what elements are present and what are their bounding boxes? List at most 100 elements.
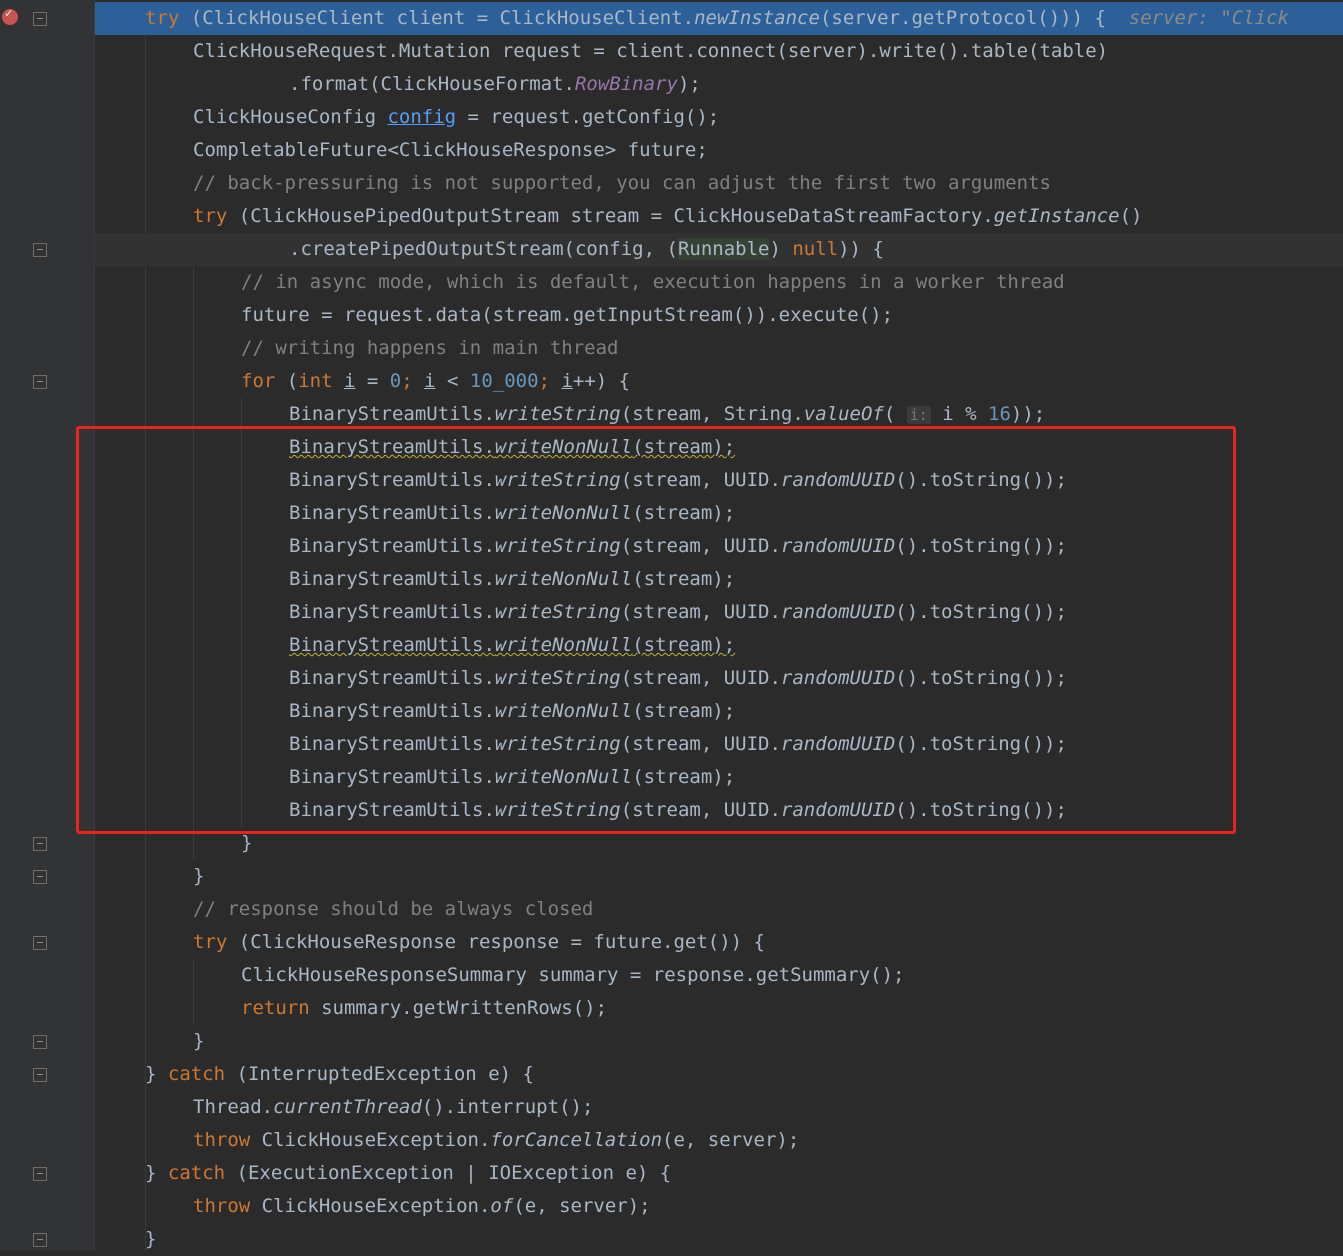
fold-icon[interactable]	[33, 1068, 47, 1082]
code-line[interactable]: // back-pressuring is not supported, you…	[95, 167, 1343, 200]
code-token: ClickHouseException.	[250, 1195, 491, 1217]
parameter-hint: i:	[906, 406, 931, 424]
fold-icon[interactable]	[33, 1035, 47, 1049]
code-token: }	[145, 1162, 168, 1184]
code-token: .format(ClickHouseFormat.	[289, 73, 575, 95]
code-line-execution-point[interactable]: try (ClickHouseClient client = ClickHous…	[95, 2, 1343, 35]
fold-icon[interactable]	[33, 936, 47, 950]
code-token: forCancellation	[490, 1129, 663, 1151]
code-token: 0	[389, 370, 402, 392]
code-token: ClickHouseResponseSummary summary = resp…	[241, 964, 905, 986]
code-token[interactable]: config	[387, 106, 456, 128]
code-line[interactable]: ClickHouseResponseSummary summary = resp…	[95, 959, 1343, 992]
inline-debug-value: server: "Click	[1105, 7, 1289, 29]
code-token: }	[145, 1063, 168, 1085]
fold-icon[interactable]	[33, 243, 47, 257]
code-line[interactable]: } catch (ExecutionException | IOExceptio…	[95, 1157, 1343, 1190]
code-line[interactable]: // writing happens in main thread	[95, 332, 1343, 365]
code-token: try	[145, 7, 180, 29]
code-line[interactable]: ClickHouseConfig config = request.getCon…	[95, 101, 1343, 134]
code-line[interactable]: } catch (InterruptedException e) {	[95, 1058, 1343, 1091]
code-line[interactable]: try (ClickHouseResponse response = futur…	[95, 926, 1343, 959]
code-token: <	[435, 370, 470, 392]
code-token: try	[193, 205, 228, 227]
code-token: (ExecutionException | IOException e) {	[225, 1162, 672, 1184]
code-line[interactable]: }	[95, 1223, 1343, 1256]
code-token: (server.getProtocol())) {	[819, 7, 1106, 29]
code-token: ;	[401, 370, 425, 392]
code-token: catch	[167, 1063, 226, 1085]
fold-icon[interactable]	[33, 12, 47, 26]
fold-icon[interactable]	[33, 375, 47, 389]
code-token: catch	[167, 1162, 226, 1184]
code-token: }	[193, 865, 205, 887]
code-line[interactable]: CompletableFuture<ClickHouseResponse> fu…	[95, 134, 1343, 167]
code-token: i	[561, 370, 573, 392]
code-comment: // response should be always closed	[193, 898, 594, 920]
code-token: ClickHouseRequest.Mutation request = cli…	[193, 40, 1109, 62]
code-token: (e, server);	[513, 1195, 651, 1217]
code-token: BinaryStreamUtils.	[289, 403, 495, 425]
code-token: ().interrupt();	[421, 1096, 594, 1118]
code-token: of	[490, 1195, 514, 1217]
code-line[interactable]: // in async mode, which is default, exec…	[95, 266, 1343, 299]
code-token: newInstance	[694, 7, 820, 29]
code-token: )) {	[838, 238, 884, 260]
code-line[interactable]: try (ClickHousePipedOutputStream stream …	[95, 200, 1343, 233]
code-line[interactable]: throw ClickHouseException.of(e, server);	[95, 1190, 1343, 1223]
code-line[interactable]: }	[95, 860, 1343, 893]
code-line[interactable]: // response should be always closed	[95, 893, 1343, 926]
code-token: ;	[538, 370, 562, 392]
code-line[interactable]: future = request.data(stream.getInputStr…	[95, 299, 1343, 332]
code-token: (e, server);	[662, 1129, 800, 1151]
code-line[interactable]: .format(ClickHouseFormat.RowBinary);	[95, 68, 1343, 101]
code-token: ClickHouseConfig	[193, 106, 388, 128]
code-comment: // writing happens in main thread	[241, 337, 619, 359]
code-token: (stream, String.	[620, 403, 804, 425]
code-token: }	[145, 1228, 157, 1250]
code-token: return	[241, 997, 310, 1019]
highlight-annotation-box	[76, 426, 1236, 834]
fold-icon[interactable]	[33, 1233, 47, 1247]
code-line[interactable]: for (int i = 0; i < 10_000; i++) {	[95, 365, 1343, 398]
code-token: }	[193, 1030, 205, 1052]
code-line[interactable]: ClickHouseRequest.Mutation request = cli…	[95, 35, 1343, 68]
code-token: i	[344, 370, 356, 392]
code-comment: // back-pressuring is not supported, you…	[193, 172, 1051, 194]
fold-icon[interactable]	[33, 1167, 47, 1181]
code-token: (ClickHouseResponse response = future.ge…	[227, 931, 765, 953]
code-token: Runnable	[677, 238, 770, 260]
code-token: ClickHouseException.	[250, 1129, 491, 1151]
code-line[interactable]: throw ClickHouseException.forCancellatio…	[95, 1124, 1343, 1157]
code-token: i	[424, 370, 436, 392]
code-token: throw	[193, 1195, 251, 1217]
code-token: valueOf	[803, 403, 884, 425]
code-token: ));	[1010, 403, 1046, 425]
code-line[interactable]: }	[95, 1025, 1343, 1058]
code-token: currentThread	[273, 1096, 422, 1118]
code-token: .createPipedOutputStream(config, (	[289, 238, 678, 260]
code-token: ++) {	[572, 370, 631, 392]
code-token: throw	[193, 1129, 251, 1151]
code-token: );	[677, 73, 701, 95]
code-token: int	[298, 370, 333, 392]
code-token: summary.getWrittenRows();	[309, 997, 608, 1019]
code-token: writeString	[494, 403, 621, 425]
code-line-caret[interactable]: .createPipedOutputStream(config, (Runnab…	[95, 233, 1343, 266]
code-line[interactable]: return summary.getWrittenRows();	[95, 992, 1343, 1025]
code-token: getInstance	[993, 205, 1120, 227]
fold-icon[interactable]	[33, 870, 47, 884]
code-token: try	[193, 931, 228, 953]
code-token: (	[275, 370, 299, 392]
code-token: (ClickHouseClient client = ClickHouseCli…	[179, 7, 695, 29]
code-token: (InterruptedException e) {	[225, 1063, 534, 1085]
code-comment: // in async mode, which is default, exec…	[241, 271, 1065, 293]
fold-icon[interactable]	[33, 837, 47, 851]
code-token: CompletableFuture<ClickHouseResponse> fu…	[193, 139, 708, 161]
code-token: }	[241, 832, 253, 854]
code-token: )	[769, 238, 793, 260]
code-token: 10_000	[469, 370, 539, 392]
code-token: null	[792, 238, 839, 260]
code-line[interactable]: Thread.currentThread().interrupt();	[95, 1091, 1343, 1124]
breakpoint-icon[interactable]	[2, 6, 18, 25]
